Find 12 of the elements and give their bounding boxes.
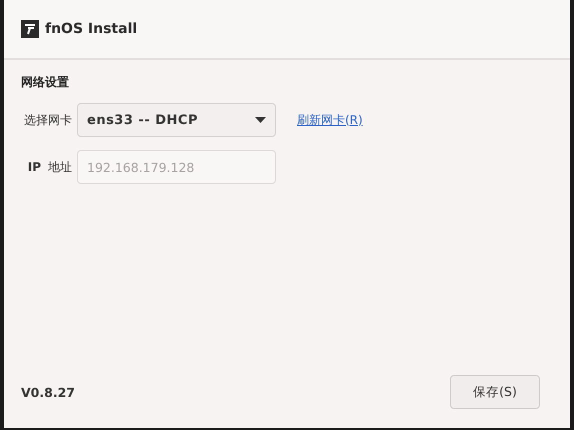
refresh-link[interactable]: 刷新网卡(R) (297, 112, 363, 128)
section-title: 网络设置 (21, 74, 70, 91)
nic-dropdown[interactable]: ens33 -- DHCP (77, 103, 276, 137)
window-title: fnOS Install (45, 21, 138, 37)
version-text: V0.8.27 (21, 384, 75, 400)
ip-label-prefix: IP (28, 160, 41, 174)
ip-input-field[interactable]: 192.168.179.128 (77, 150, 276, 184)
nic-label: 选择网卡 (23, 112, 72, 128)
logo-icon (21, 20, 39, 38)
caret-icon (255, 117, 266, 123)
ip-label: 地址 (48, 158, 72, 176)
save-button[interactable]: 保存(S) (450, 375, 540, 409)
